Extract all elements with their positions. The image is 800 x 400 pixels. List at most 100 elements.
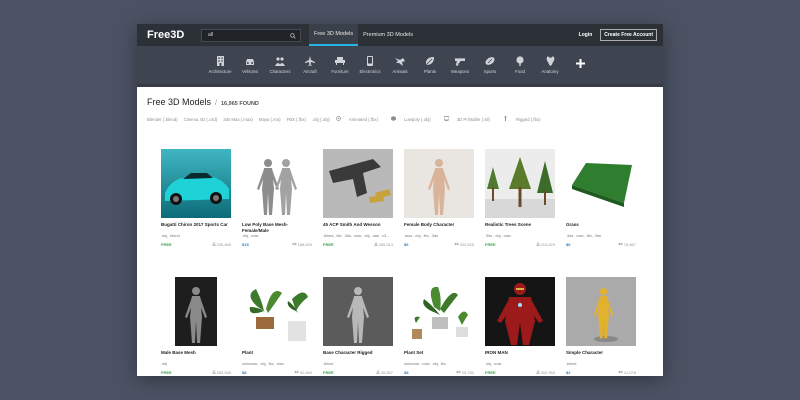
model-card[interactable]: 45 ACP Smith And Wesson .blend, .fbx, .3d… — [323, 149, 393, 267]
download-icon — [211, 370, 216, 375]
model-name[interactable]: Female Body Character — [404, 222, 474, 233]
model-name[interactable]: Male Base Mesh — [161, 350, 231, 361]
model-thumbnail[interactable] — [566, 277, 636, 346]
search-icon[interactable] — [290, 32, 296, 39]
category-vehicles[interactable]: Vehicles — [235, 56, 265, 74]
model-price: $8 — [404, 370, 409, 375]
top-navbar: Free3D all Free 3D Models Premium 3D Mod… — [137, 24, 663, 46]
model-card[interactable]: Simple Character .blend $2 41,578 — [566, 277, 636, 376]
model-card[interactable]: Grass .3ds, .max, .fbx, .3ds $6 76,867 — [566, 149, 636, 267]
model-name[interactable]: Grass — [566, 222, 636, 233]
model-stat: 206,465 — [211, 242, 231, 247]
model-name[interactable]: Plant Set — [404, 350, 474, 361]
eye-icon — [453, 242, 459, 247]
model-price: FREE — [323, 242, 334, 247]
phone-icon — [365, 56, 375, 66]
model-meta: FREE 302,965 — [485, 370, 555, 375]
category-aircraft[interactable]: Aircraft — [295, 56, 325, 74]
model-card[interactable]: Female Body Character .max, .obj, .fbx, .… — [404, 149, 474, 267]
category-characters[interactable]: Characters — [265, 56, 295, 74]
category-electronics[interactable]: Electronics — [355, 56, 385, 74]
model-stat-value: 302,965 — [540, 370, 555, 375]
model-meta: $6 304,525 — [404, 242, 474, 247]
login-link[interactable]: Login — [579, 32, 593, 38]
lowpoly-icon — [391, 116, 396, 122]
search-value[interactable]: all — [208, 32, 300, 38]
model-price: $6 — [566, 242, 571, 247]
filter-flag[interactable]: 3D Printable (.stl) — [443, 116, 496, 122]
model-stat: 41,578 — [617, 370, 636, 375]
model-thumbnail[interactable] — [161, 277, 231, 346]
title-separator: / — [215, 100, 217, 107]
model-formats: unknown, .obj, .fbx, .max — [242, 362, 284, 366]
model-card[interactable]: Low Poly Base Mesh-Female/Male .obj, .max… — [242, 149, 312, 267]
model-thumbnail[interactable] — [242, 149, 312, 218]
model-card[interactable]: Plant unknown, .obj, .fbx, .max $8 52,869 — [242, 277, 312, 376]
model-name[interactable]: Realistic Trees Scene — [485, 222, 555, 233]
airplane-icon — [305, 56, 315, 66]
category-furniture[interactable]: Furniture — [325, 56, 355, 74]
filter-format[interactable]: Maya (.ma) — [259, 117, 281, 122]
animated-icon — [336, 116, 341, 122]
model-name[interactable]: Bugatti Chiron 2017 Sports Car — [161, 222, 231, 233]
model-price: FREE — [485, 370, 496, 375]
tab-free-3d-models[interactable]: Free 3D Models — [309, 24, 359, 46]
category-more[interactable] — [565, 59, 595, 72]
building-icon — [215, 56, 225, 66]
model-card[interactable]: Bugatti Chiron 2017 Sports Car .obj, .ble… — [161, 149, 231, 267]
model-name[interactable]: Simple Character — [566, 350, 636, 361]
model-name[interactable]: Plant — [242, 350, 312, 361]
filter-format[interactable]: .obj (.obj) — [312, 117, 330, 122]
category-sports[interactable]: Sports — [475, 56, 505, 74]
model-thumbnail[interactable] — [161, 149, 231, 218]
model-name[interactable]: Base Character Rigged — [323, 350, 393, 361]
category-animals[interactable]: Animals — [385, 56, 415, 74]
model-name[interactable]: Low Poly Base Mesh-Female/Male — [242, 222, 312, 233]
filter-format[interactable]: Cinema 4D (.c4d) — [184, 117, 218, 122]
model-stat: 52,869 — [293, 370, 312, 375]
model-card[interactable]: IRON MAN .obj, .max FREE 302,965 — [485, 277, 555, 376]
model-thumbnail[interactable] — [566, 149, 636, 218]
model-thumbnail[interactable] — [485, 149, 555, 218]
filter-flag-label: Animated (.fbx) — [348, 116, 378, 122]
category-anatomy[interactable]: Anatomy — [535, 56, 565, 74]
model-thumbnail[interactable] — [404, 149, 474, 218]
category-architecture[interactable]: Architecture — [205, 56, 235, 74]
site-logo[interactable]: Free3D — [147, 29, 199, 41]
car-icon — [245, 56, 255, 66]
model-thumbnail[interactable] — [404, 277, 474, 346]
category-label: Food — [515, 69, 525, 74]
model-name[interactable]: 45 ACP Smith And Wesson — [323, 222, 393, 233]
filter-format[interactable]: 3ds Max (.max) — [223, 117, 253, 122]
search-input[interactable]: all — [201, 28, 301, 42]
filter-flag[interactable]: Lowpoly (.obj) — [391, 116, 437, 122]
model-name[interactable]: IRON MAN — [485, 350, 555, 361]
category-weapons[interactable]: Weapons — [445, 56, 475, 74]
model-stat: 215,825 — [535, 242, 555, 247]
leaf-icon — [425, 56, 435, 66]
tab-premium-3d-models[interactable]: Premium 3D Models — [358, 24, 418, 46]
model-formats: .max, .obj, .fbx, .3ds — [404, 234, 438, 238]
filter-format[interactable]: Blender (.blend) — [147, 117, 178, 122]
model-card[interactable]: Base Character Rigged .blend FREE 26,867 — [323, 277, 393, 376]
bird-icon — [395, 56, 405, 66]
model-thumbnail[interactable] — [323, 277, 393, 346]
filter-flag-label: Rigged (.fbx) — [515, 116, 541, 122]
format-filters: Blender (.blend) Cinema 4D (.c4d) 3ds Max … — [147, 116, 653, 122]
model-thumbnail[interactable] — [323, 149, 393, 218]
filter-format[interactable]: FBX (.fbx) — [287, 117, 306, 122]
category-bar: Architecture Vehicles Characters Aircraft Fu… — [137, 46, 663, 87]
model-card[interactable]: Male Base Mesh .obj FREE 383,585 — [161, 277, 231, 376]
filter-flag[interactable]: Rigged (.fbx) — [503, 116, 547, 122]
model-card[interactable]: Realistic Trees Scene .3ds, .obj, .max FRE… — [485, 149, 555, 267]
filter-flag[interactable]: Animated (.fbx) — [336, 116, 384, 122]
model-grid: Bugatti Chiron 2017 Sports Car .obj, .ble… — [161, 149, 636, 376]
model-thumbnail[interactable] — [485, 277, 555, 346]
model-thumbnail[interactable] — [242, 277, 312, 346]
create-account-button[interactable]: Create Free Account — [600, 29, 657, 41]
model-card[interactable]: Plant Set unknown, .max, .obj, .fbx $8 25,7… — [404, 277, 474, 376]
model-stat-value: 188,505 — [297, 242, 312, 247]
model-price: $8 — [242, 370, 247, 375]
category-plants[interactable]: Plants — [415, 56, 445, 74]
category-food[interactable]: Food — [505, 56, 535, 74]
